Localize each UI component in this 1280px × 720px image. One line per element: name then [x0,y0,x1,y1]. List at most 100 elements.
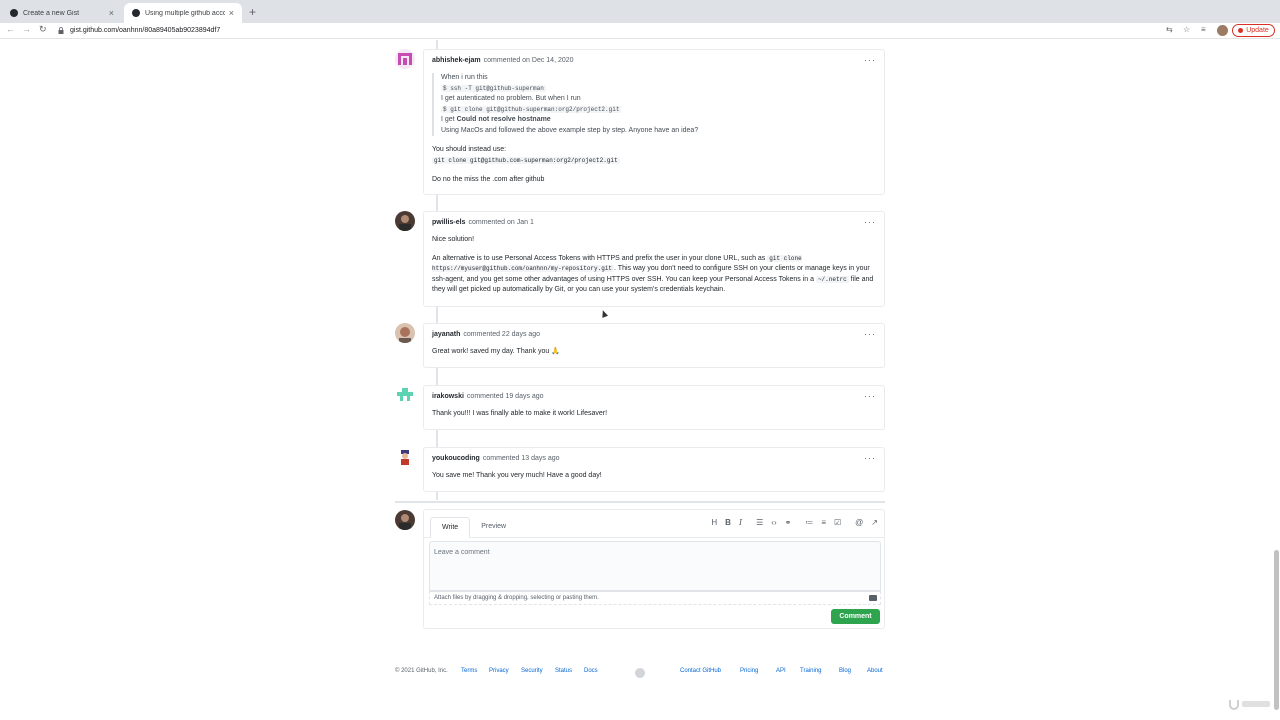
update-button[interactable]: Update [1232,24,1275,37]
avatar[interactable] [395,447,415,467]
footer-copyright: © 2021 GitHub, Inc. [395,668,448,674]
more-options-icon[interactable]: ··· [864,391,876,401]
comment-author[interactable]: jayanath [432,331,460,338]
comment-meta[interactable]: commented on Jan 1 [468,219,533,226]
comment-text: Great work! saved my day. Thank you 🙏 [432,348,560,355]
footer-link-training[interactable]: Training [800,668,821,674]
tab-label: Using multiple github accounts [145,9,225,17]
footer-link-privacy[interactable]: Privacy [489,668,509,674]
ordered-list-icon[interactable]: ≡ [821,518,826,527]
github-logo-icon[interactable] [635,668,645,678]
task-list-icon[interactable]: ☑ [834,518,841,527]
comment-meta[interactable]: commented 19 days ago [467,393,544,400]
new-tab-plus-icon[interactable]: + [249,5,256,19]
mouse-cursor-icon [599,309,609,318]
comment-header: youkoucoding commented 13 days ago ··· [424,448,884,468]
browser-toolbar: ← → ↻ gist.github.com/oanhnn/80a89405ab9… [0,23,1280,39]
comment-body: When i run this $ ssh -T git@github-supe… [424,70,884,192]
comment-header: pwillis-els commented on Jan 1 ··· [424,212,884,232]
comment-textarea[interactable]: Leave a comment [429,541,881,591]
comment-body: Thank you!!! I was finally able to make … [424,406,884,426]
close-tab-icon[interactable]: × [229,8,234,18]
forward-arrow-icon[interactable]: → [22,24,31,34]
comment-card: youkoucoding commented 13 days ago ··· Y… [423,447,885,492]
browser-tab-create-gist[interactable]: Create a new Gist × [2,3,122,23]
footer-link-terms[interactable]: Terms [461,668,477,674]
reload-icon[interactable]: ↻ [39,24,47,35]
avatar[interactable] [395,49,415,69]
comment-card: jayanath commented 22 days ago ··· Great… [423,323,885,368]
scrollbar-thumb[interactable] [1274,550,1279,710]
footer-link-docs[interactable]: Docs [584,668,598,674]
comment-author[interactable]: pwillis-els [432,219,465,226]
bold-icon[interactable]: B [725,518,731,527]
attach-files-area[interactable]: Attach files by dragging & dropping, sel… [429,591,881,605]
reference-icon[interactable]: ↗ [871,518,878,527]
tab-preview[interactable]: Preview [470,516,517,537]
profile-avatar[interactable] [1217,25,1228,36]
quote-icon[interactable]: ☰ [756,518,763,527]
footer-link-api[interactable]: API [776,668,786,674]
italic-icon[interactable]: I [739,518,742,527]
avatar[interactable] [395,211,415,231]
footer-link-status[interactable]: Status [555,668,572,674]
more-options-icon[interactable]: ··· [864,217,876,227]
unordered-list-icon[interactable]: ≔ [805,518,813,527]
comment-text: Do no the miss the .com after github [432,176,545,183]
lock-icon [58,27,64,34]
address-bar[interactable]: gist.github.com/oanhnn/80a89405ab9023894… [58,24,1158,37]
link-icon[interactable]: ⚭ [785,518,792,527]
quote-line: I get [441,116,457,123]
footer-link-contact[interactable]: Contact GitHub [680,668,721,674]
comment-meta[interactable]: commented 13 days ago [483,455,560,462]
comment-author[interactable]: irakowski [432,393,464,400]
more-options-icon[interactable]: ··· [864,453,876,463]
comment-card: abhishek-ejam commented on Dec 14, 2020 … [423,49,885,195]
comment-body: Nice solution! An alternative is to use … [424,232,884,310]
footer-link-pricing[interactable]: Pricing [740,668,758,674]
comment-author[interactable]: youkoucoding [432,455,480,462]
user-photo-icon [399,327,411,343]
quote-line: When i run this [441,74,488,81]
current-user-avatar[interactable] [395,510,415,530]
footer-link-blog[interactable]: Blog [839,668,851,674]
inline-code: ~/.netrc [815,275,849,283]
code-icon[interactable]: ‹› [771,518,776,527]
footer-link-about[interactable]: About [867,668,883,674]
browser-tab-multiple-accounts[interactable]: Using multiple github accounts × [124,3,242,23]
tab-label: Create a new Gist [23,9,80,17]
mention-icon[interactable]: @ [855,518,863,527]
comment-meta[interactable]: commented on Dec 14, 2020 [484,57,574,64]
browser-tab-strip: Create a new Gist × Using multiple githu… [0,0,1280,23]
close-tab-icon[interactable]: × [109,8,114,18]
avatar[interactable] [395,385,415,405]
inline-code: $ ssh -T git@github-superman [441,84,546,92]
footer-link-security[interactable]: Security [521,668,543,674]
bookmark-star-icon[interactable]: ☆ [1183,25,1190,34]
more-options-icon[interactable]: ··· [864,55,876,65]
comment-header: irakowski commented 19 days ago ··· [424,386,884,406]
comment-submit-button[interactable]: Comment [831,609,880,624]
reading-list-icon[interactable]: ≡ [1201,25,1206,34]
comment-author[interactable]: abhishek-ejam [432,57,481,64]
udemy-watermark-logo [1228,697,1272,713]
editor-tabs: Write Preview H B I ☰ ‹› ⚭ ≔ ≡ ☑ @ ↗ [424,510,884,538]
github-favicon-icon [132,9,140,17]
comment-text: Thank you!!! I was finally able to make … [432,410,608,417]
avatar[interactable] [395,323,415,343]
url-text: gist.github.com/oanhnn/80a89405ab9023894… [70,27,221,34]
cartoon-avatar-icon [401,450,409,465]
more-options-icon[interactable]: ··· [864,329,876,339]
user-photo-icon [399,514,411,530]
tab-write[interactable]: Write [430,517,471,538]
translate-icon[interactable]: ⇆ [1166,25,1173,34]
identicon-icon [397,388,413,401]
comment-meta[interactable]: commented 22 days ago [463,331,540,338]
update-label: Update [1246,27,1269,34]
heading-icon[interactable]: H [711,518,717,527]
update-dot-icon [1238,28,1244,33]
back-arrow-icon[interactable]: ← [6,24,15,34]
markdown-toolbar: H B I ☰ ‹› ⚭ ≔ ≡ ☑ @ ↗ [711,518,878,527]
attach-hint: Attach files by dragging & dropping, sel… [434,595,599,601]
comment-body: Great work! saved my day. Thank you 🙏 [424,344,884,364]
